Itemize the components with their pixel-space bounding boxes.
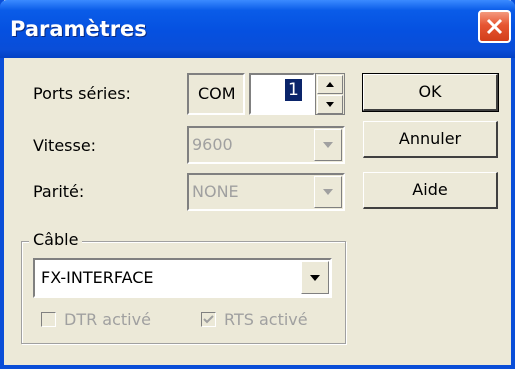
window-title: Paramètres <box>10 17 147 41</box>
port-number-input[interactable]: 1 <box>249 73 315 115</box>
cable-dropdown-button[interactable] <box>301 261 329 294</box>
port-spinner[interactable] <box>315 73 345 115</box>
parity-dropdown-button <box>314 176 342 208</box>
chevron-down-icon <box>310 275 320 281</box>
cable-value: FX-INTERFACE <box>41 268 154 287</box>
title-bar[interactable]: Paramètres <box>0 0 515 58</box>
ok-button[interactable]: OK <box>362 73 499 112</box>
ports-label: Ports séries: <box>33 84 131 103</box>
chevron-down-icon <box>323 189 333 195</box>
speed-select: 9600 <box>187 126 345 164</box>
close-icon <box>486 18 503 35</box>
rts-checkbox-box <box>201 312 216 327</box>
help-button[interactable]: Aide <box>363 172 498 209</box>
port-number-value: 1 <box>285 79 302 101</box>
checkmark-icon <box>203 315 214 324</box>
cancel-button[interactable]: Annuler <box>363 121 498 158</box>
parity-label: Parité: <box>33 182 85 201</box>
chevron-down-icon <box>323 142 333 148</box>
rts-checkbox: RTS activé <box>201 310 308 329</box>
speed-label: Vitesse: <box>33 136 97 155</box>
dtr-checkbox-box <box>41 312 56 327</box>
parity-value: NONE <box>192 182 239 201</box>
com-prefix: COM <box>187 73 245 115</box>
arrow-up-icon <box>326 82 334 87</box>
spin-up-button[interactable] <box>317 75 343 94</box>
spin-down-button[interactable] <box>317 95 343 114</box>
dtr-label: DTR activé <box>64 310 151 329</box>
parity-select: NONE <box>187 173 345 211</box>
cable-select[interactable]: FX-INTERFACE <box>33 258 332 298</box>
rts-label: RTS activé <box>224 310 308 329</box>
speed-dropdown-button <box>314 129 342 161</box>
dtr-checkbox: DTR activé <box>41 310 151 329</box>
speed-value: 9600 <box>192 135 233 154</box>
arrow-down-icon <box>326 102 334 107</box>
close-button[interactable] <box>478 10 511 43</box>
cable-group-title: Câble <box>29 230 83 249</box>
